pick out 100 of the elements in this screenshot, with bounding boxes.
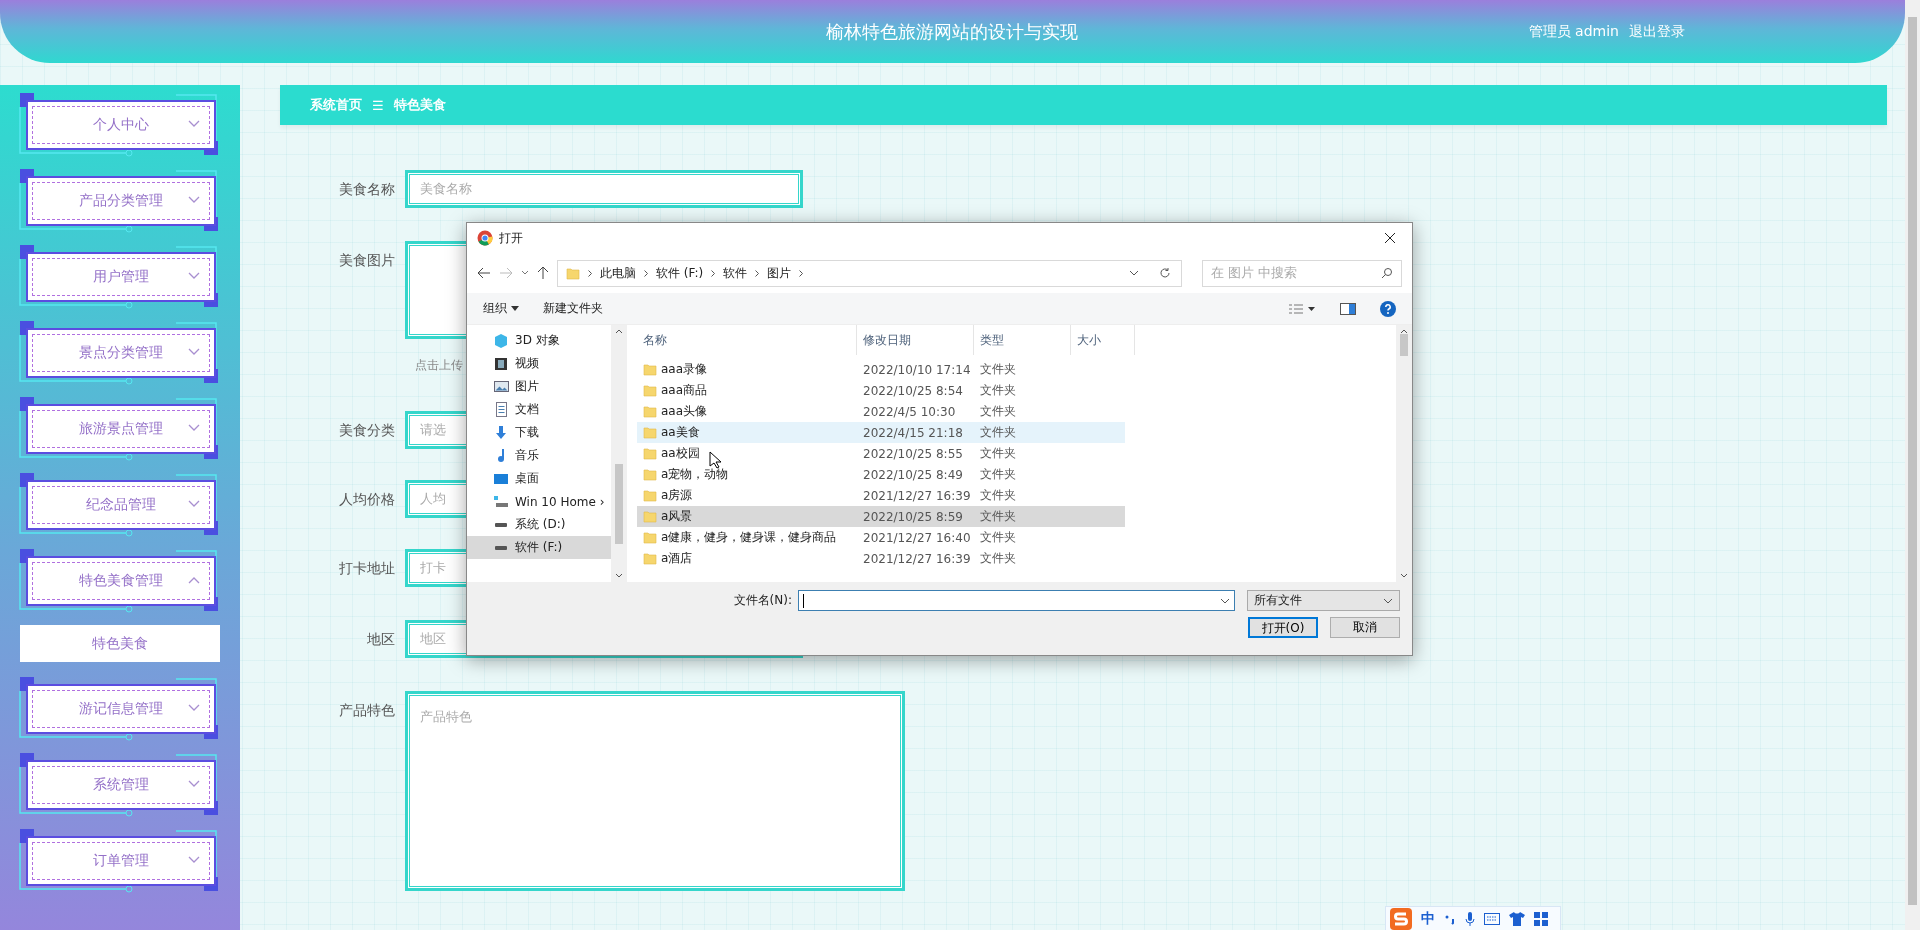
file-row[interactable]: a房源 2021/12/27 16:39 文件夹 <box>637 485 1125 506</box>
nav-item[interactable]: 软件 (F:) <box>467 536 611 559</box>
upload-hint: 点击上传 <box>415 357 463 374</box>
menu-item[interactable]: 产品分类管理 <box>26 176 216 226</box>
folder-icon <box>643 405 657 418</box>
scroll-thumb[interactable] <box>1400 334 1408 356</box>
filename-label: 文件名(N): <box>733 592 792 609</box>
field-label: 美食分类 <box>338 421 396 440</box>
organize-menu[interactable]: 组织 <box>483 300 519 317</box>
cancel-button[interactable]: 取消 <box>1330 617 1400 638</box>
menu-item[interactable]: 订单管理 <box>26 836 216 886</box>
scroll-down-icon[interactable] <box>615 573 623 578</box>
nav-item[interactable]: 下载 <box>467 421 611 444</box>
chevron-icon <box>188 500 200 508</box>
file-row[interactable]: a宠物，动物 2022/10/25 8:49 文件夹 <box>637 464 1125 485</box>
path-segment[interactable]: 软件 (F:) <box>656 264 704 282</box>
chevron-icon <box>188 348 200 356</box>
scroll-down-icon[interactable] <box>1400 573 1408 578</box>
field-label: 地区 <box>366 630 396 649</box>
path-separator-icon <box>799 269 804 277</box>
scroll-thumb[interactable] <box>615 463 623 544</box>
dropdown-caret-icon[interactable] <box>1129 270 1139 276</box>
punctuation-icon[interactable] <box>1444 913 1456 925</box>
folder-icon <box>643 384 657 397</box>
scroll-thumb[interactable] <box>1908 17 1917 905</box>
column-header[interactable]: 名称 <box>637 325 857 355</box>
chevron-icon <box>188 576 200 584</box>
back-arrow-icon[interactable] <box>477 267 491 279</box>
path-separator-icon <box>755 269 760 277</box>
nav-item[interactable]: Win 10 Home › <box>467 490 611 513</box>
file-row[interactable]: aaa录像 2022/10/10 17:14 文件夹 <box>637 359 1125 380</box>
scrollbar[interactable] <box>1905 0 1920 930</box>
column-header[interactable]: 类型 <box>974 325 1071 355</box>
filename-field[interactable] <box>798 590 1235 611</box>
column-header[interactable]: 大小 <box>1071 325 1135 355</box>
menu-item[interactable]: 个人中心 <box>26 100 216 150</box>
file-row[interactable]: aaa商品 2022/10/25 8:54 文件夹 <box>637 380 1125 401</box>
submenu-item[interactable]: 特色美食 <box>20 625 220 662</box>
chevron-icon <box>188 120 200 128</box>
microphone-icon[interactable] <box>1465 912 1475 926</box>
ime-mode[interactable]: 中 <box>1421 910 1435 928</box>
file-row[interactable]: aaa头像 2022/4/5 10:30 文件夹 <box>637 401 1125 422</box>
folder-icon <box>643 426 657 439</box>
nav-scrollbar[interactable] <box>611 325 627 582</box>
music-note-icon <box>498 449 504 462</box>
folder-icon <box>643 531 657 544</box>
network-icon <box>494 496 508 507</box>
new-folder-button[interactable]: 新建文件夹 <box>543 300 603 317</box>
path-segment[interactable]: 软件 <box>723 264 748 282</box>
file-row[interactable]: aa美食 2022/4/15 21:18 文件夹 <box>637 422 1125 443</box>
list-scrollbar[interactable] <box>1396 325 1412 582</box>
film-icon <box>495 357 507 370</box>
menu-item[interactable]: 纪念品管理 <box>26 480 216 530</box>
path-segment[interactable]: 图片 <box>767 264 792 282</box>
up-arrow-icon[interactable] <box>537 266 549 280</box>
file-row[interactable]: a风景 2022/10/25 8:59 文件夹 <box>637 506 1125 527</box>
view-options-icon[interactable] <box>1288 302 1316 315</box>
address-bar[interactable]: 此电脑 软件 (F:) 软件 图片 <box>557 259 1182 287</box>
nav-item[interactable]: 系统 (D:) <box>467 513 611 536</box>
menu-item[interactable]: 用户管理 <box>26 252 216 302</box>
dropdown-caret-icon[interactable] <box>1220 597 1230 604</box>
field-label: 人均价格 <box>338 490 396 509</box>
image-icon <box>493 381 509 392</box>
path-segment[interactable]: 此电脑 <box>600 264 636 282</box>
folder-icon <box>643 489 657 502</box>
nav-item[interactable]: 图片 <box>467 375 611 398</box>
scroll-up-icon[interactable] <box>1400 329 1408 334</box>
grid-icon[interactable] <box>1534 912 1548 926</box>
folder-icon <box>643 447 657 460</box>
menu-item[interactable]: 景点分类管理 <box>26 328 216 378</box>
field-label: 美食名称 <box>338 180 396 199</box>
nav-item[interactable]: 3D 对象 <box>467 329 611 352</box>
file-row[interactable]: a健康，健身，健身课，健身商品 2021/12/27 16:40 文件夹 <box>637 527 1125 548</box>
open-button[interactable]: 打开(O) <box>1248 617 1318 638</box>
file-type-dropdown[interactable]: 所有文件 <box>1247 590 1400 611</box>
shirt-icon[interactable] <box>1509 912 1525 926</box>
keyboard-icon[interactable] <box>1484 913 1500 925</box>
file-row[interactable]: a酒店 2021/12/27 16:39 文件夹 <box>637 548 1125 569</box>
nav-item[interactable]: 文档 <box>467 398 611 421</box>
preview-pane-icon[interactable] <box>1340 302 1356 315</box>
nav-item[interactable]: 音乐 <box>467 444 611 467</box>
nav-item[interactable]: 视频 <box>467 352 611 375</box>
chevron-icon <box>188 424 200 432</box>
scroll-up-icon[interactable] <box>615 329 623 334</box>
close-icon <box>1384 232 1396 244</box>
path-separator-icon <box>588 269 592 277</box>
help-icon[interactable] <box>1380 300 1396 317</box>
path-separator-icon <box>644 269 648 277</box>
dropdown-caret-icon[interactable] <box>521 270 529 276</box>
refresh-icon[interactable] <box>1159 267 1171 279</box>
menu-item[interactable]: 系统管理 <box>26 760 216 810</box>
menu-item[interactable]: 游记信息管理 <box>26 684 216 734</box>
field-label: 产品特色 <box>338 701 396 720</box>
column-header[interactable]: 修改日期 <box>857 325 974 355</box>
file-row[interactable]: aa校园 2022/10/25 8:55 文件夹 <box>637 443 1125 464</box>
chevron-icon <box>188 704 200 712</box>
menu-item[interactable]: 旅游景点管理 <box>26 404 216 454</box>
menu-item[interactable]: 特色美食管理 <box>26 556 216 606</box>
breadcrumb-current: 特色美食 <box>393 96 446 114</box>
nav-item[interactable]: 桌面 <box>467 467 611 490</box>
